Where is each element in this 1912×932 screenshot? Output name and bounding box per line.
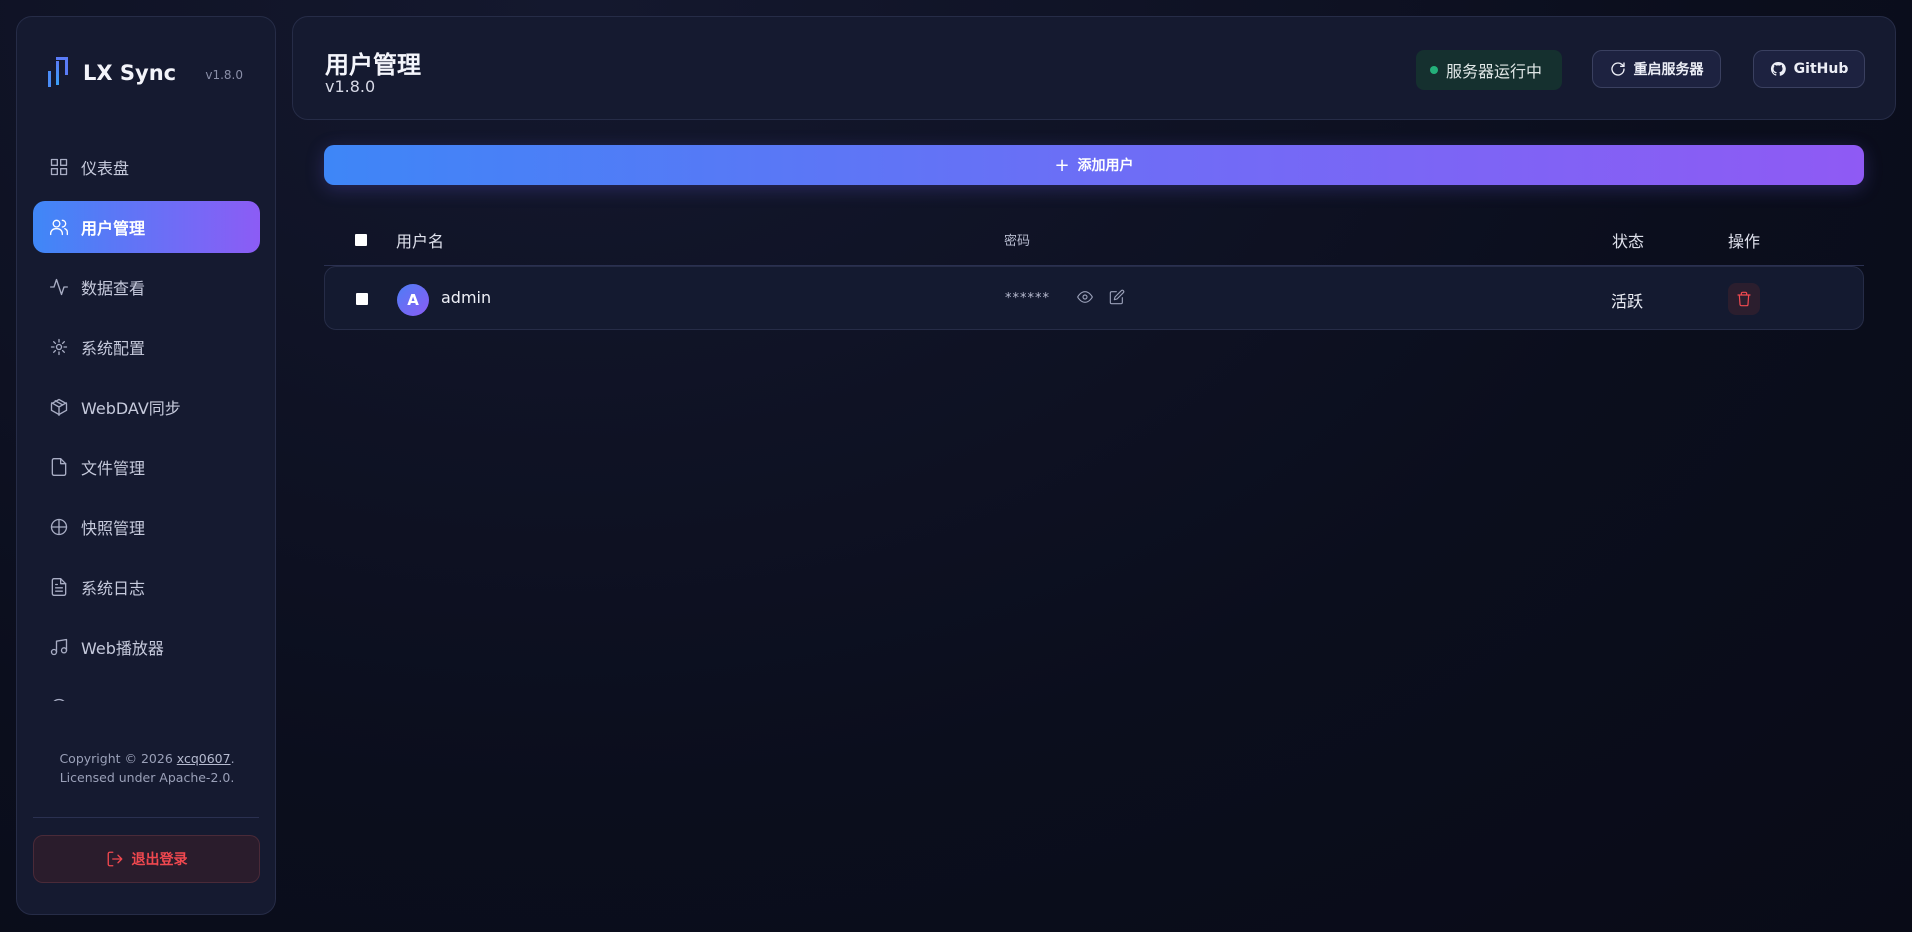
column-status: 状态 [1612, 232, 1645, 251]
lx-logo-icon [45, 53, 75, 93]
header: 用户管理 v1.8.0 服务器运行中 重启服务器 GitHub [292, 16, 1896, 120]
box-icon [49, 397, 69, 417]
sidebar-item-snapshots[interactable]: 快照管理 [33, 501, 260, 553]
copyright: Copyright © 2026 xcq0607. Licensed under… [17, 749, 277, 787]
page-title: 用户管理 [325, 51, 421, 79]
sidebar-item-files[interactable]: 文件管理 [33, 441, 260, 493]
row-checkbox[interactable] [356, 293, 368, 305]
edit-icon[interactable] [1109, 289, 1127, 307]
sidebar-nav: 仪表盘 用户管理 数据查看 系统配置 WebDAV同步 文件管理 快照管理 系统… [33, 141, 260, 701]
add-user-button[interactable]: + 添加用户 [324, 145, 1864, 185]
restart-server-button[interactable]: 重启服务器 [1592, 50, 1721, 88]
sidebar-item-label: 系统日志 [81, 579, 146, 598]
file-text-icon [49, 577, 69, 597]
column-actions: 操作 [1728, 232, 1761, 251]
column-password: 密码 [1004, 234, 1031, 249]
sidebar-item-webdav[interactable]: WebDAV同步 [33, 381, 260, 433]
sidebar-item-label: 文件管理 [81, 459, 146, 478]
logout-button[interactable]: 退出登录 [33, 835, 260, 883]
sidebar-item-label: 系统配置 [81, 339, 146, 358]
github-button[interactable]: GitHub [1753, 50, 1865, 88]
trash-icon [1737, 291, 1751, 307]
sidebar-item-player[interactable]: Web播放器 [33, 621, 260, 673]
grid-icon [49, 157, 69, 177]
copyright-prefix: Copyright © 2026 [59, 751, 177, 766]
table-header: 用户名 密码 状态 操作 [324, 220, 1864, 266]
refresh-icon [1610, 62, 1625, 76]
sidebar-item-label: WebDAV同步 [81, 399, 181, 418]
plus-icon: + [1054, 154, 1070, 176]
github-label: GitHub [1793, 61, 1849, 77]
username: admin [441, 288, 492, 307]
logout-label: 退出登录 [131, 852, 188, 868]
delete-user-button[interactable] [1728, 283, 1760, 315]
license-text: Licensed under Apache-2.0. [59, 770, 235, 785]
server-status-badge: 服务器运行中 [1416, 50, 1562, 90]
divider [33, 817, 259, 818]
sidebar: LX Sync v1.8.0 仪表盘 用户管理 数据查看 系统配置 WebDAV… [16, 16, 276, 915]
table-row: A admin ****** 活跃 [324, 266, 1864, 330]
status-dot-icon [1430, 66, 1438, 74]
masked-password: ****** [1005, 291, 1050, 306]
sidebar-item-dashboard[interactable]: 仪表盘 [33, 141, 260, 193]
sidebar-item-label: Web播放器 [81, 639, 164, 658]
users-icon [49, 217, 69, 237]
select-all-checkbox[interactable] [355, 234, 367, 246]
sun-icon [49, 337, 69, 357]
copyright-suffix: . [230, 751, 235, 766]
brand-name: LX Sync [83, 61, 177, 85]
globe-icon [49, 517, 69, 537]
file-icon [49, 457, 69, 477]
page-version: v1.8.0 [325, 77, 376, 96]
music-icon [49, 637, 69, 657]
sidebar-item-label: 仪表盘 [81, 159, 130, 178]
column-username: 用户名 [396, 232, 445, 251]
github-icon [1770, 61, 1786, 76]
avatar: A [397, 284, 429, 316]
brand[interactable]: LX Sync [45, 53, 176, 93]
sidebar-item-users[interactable]: 用户管理 [33, 201, 260, 253]
author-link[interactable]: xcq0607 [177, 751, 231, 766]
sidebar-item-logs[interactable]: 系统日志 [33, 561, 260, 613]
add-user-label: 添加用户 [1077, 158, 1134, 174]
more-icon [49, 697, 69, 701]
brand-version: v1.8.0 [205, 68, 243, 82]
user-status: 活跃 [1611, 292, 1644, 311]
status-text: 服务器运行中 [1446, 62, 1543, 81]
logout-icon [107, 851, 122, 867]
sidebar-item-label: 用户管理 [81, 219, 146, 238]
sidebar-item-more[interactable] [33, 681, 260, 701]
restart-label: 重启服务器 [1633, 62, 1704, 78]
sidebar-item-label: 数据查看 [81, 279, 146, 298]
sidebar-item-config[interactable]: 系统配置 [33, 321, 260, 373]
sidebar-item-data[interactable]: 数据查看 [33, 261, 260, 313]
activity-icon [49, 277, 69, 297]
sidebar-item-label: 快照管理 [81, 519, 146, 538]
eye-icon[interactable] [1077, 289, 1095, 307]
